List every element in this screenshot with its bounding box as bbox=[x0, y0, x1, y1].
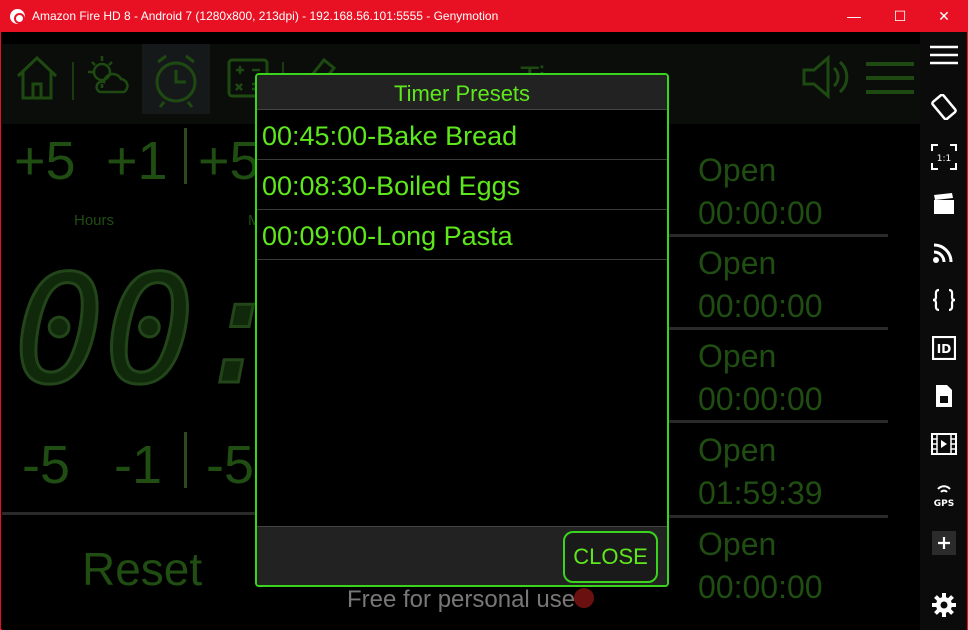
timer-slot[interactable]: Open 01:59:39 bbox=[698, 432, 898, 512]
preset-item[interactable]: 00:45:00-Bake Bread bbox=[257, 110, 667, 160]
slot-time: 00:00:00 bbox=[698, 288, 823, 324]
genymotion-sidebar: 1:1 ID GPS bbox=[920, 32, 967, 630]
reset-button[interactable]: Reset bbox=[82, 542, 202, 596]
slot-divider bbox=[662, 234, 888, 237]
slot-divider bbox=[662, 515, 888, 518]
watermark-text: Free for personal use bbox=[347, 586, 576, 613]
slot-time: 00:00:00 bbox=[698, 569, 823, 605]
slot-time: 00:00:00 bbox=[698, 195, 823, 231]
divider bbox=[2, 512, 258, 515]
weather-icon[interactable] bbox=[84, 52, 132, 102]
minimize-button[interactable]: — bbox=[831, 1, 877, 32]
slot-status: Open bbox=[698, 432, 777, 468]
subtract-5-hours-button[interactable]: -5 bbox=[22, 434, 70, 496]
dialog-footer: CLOSE bbox=[257, 526, 667, 585]
svg-text:1:1: 1:1 bbox=[937, 154, 951, 164]
hamburger-menu-icon[interactable] bbox=[928, 40, 960, 72]
divider bbox=[184, 128, 187, 184]
add-1-hour-button[interactable]: +1 bbox=[106, 130, 168, 192]
slot-status: Open bbox=[698, 152, 777, 188]
subtract-1-hour-button[interactable]: -1 bbox=[114, 434, 162, 496]
timer-slot[interactable]: Open 00:00:00 bbox=[698, 338, 898, 418]
record-dot-icon bbox=[574, 588, 594, 608]
sim-card-icon[interactable] bbox=[928, 380, 960, 412]
volume-icon[interactable] bbox=[800, 52, 854, 102]
timer-slot[interactable]: Open 00:00:00 bbox=[698, 152, 898, 232]
home-icon[interactable] bbox=[14, 52, 60, 102]
film-icon[interactable] bbox=[928, 428, 960, 460]
android-screen: Ti +5 +1 +5 Hours M 00:0 -5 -1 -5 Reset … bbox=[2, 32, 920, 630]
add-5-hours-button[interactable]: +5 bbox=[14, 130, 76, 192]
braces-icon[interactable] bbox=[928, 284, 960, 316]
timer-presets-dialog: Timer Presets 00:45:00-Bake Bread 00:08:… bbox=[255, 73, 669, 587]
preset-item[interactable]: 00:08:30-Boiled Eggs bbox=[257, 160, 667, 210]
slot-time: 01:59:39 bbox=[698, 475, 823, 511]
close-dialog-button[interactable]: CLOSE bbox=[563, 531, 658, 583]
genymotion-logo-icon bbox=[10, 9, 25, 24]
svg-text:ID: ID bbox=[937, 342, 951, 356]
toolbar-separator bbox=[72, 62, 74, 100]
dialog-title: Timer Presets bbox=[257, 75, 667, 110]
timer-slot[interactable]: Open 00:00:00 bbox=[698, 245, 898, 325]
slot-status: Open bbox=[698, 245, 777, 281]
window-title: Amazon Fire HD 8 - Android 7 (1280x800, … bbox=[32, 9, 499, 23]
slot-divider bbox=[662, 420, 888, 423]
add-5-minutes-button[interactable]: +5 bbox=[198, 130, 260, 192]
cast-icon[interactable] bbox=[928, 236, 960, 268]
window-titlebar: Amazon Fire HD 8 - Android 7 (1280x800, … bbox=[1, 1, 967, 32]
slot-status: Open bbox=[698, 526, 777, 562]
menu-icon[interactable] bbox=[864, 52, 916, 102]
subtract-5-minutes-button[interactable]: -5 bbox=[206, 434, 254, 496]
slot-divider bbox=[662, 327, 888, 330]
slot-time: 00:00:00 bbox=[698, 381, 823, 417]
close-window-button[interactable]: ✕ bbox=[921, 1, 967, 32]
slot-status: Open bbox=[698, 338, 777, 374]
rotate-icon[interactable] bbox=[928, 90, 960, 122]
plus-icon[interactable] bbox=[928, 526, 960, 558]
gps-icon[interactable]: GPS bbox=[928, 476, 960, 508]
id-icon[interactable]: ID bbox=[928, 332, 960, 364]
svg-text:GPS: GPS bbox=[934, 499, 954, 508]
genymotion-window: Amazon Fire HD 8 - Android 7 (1280x800, … bbox=[0, 0, 968, 630]
maximize-button[interactable]: ☐ bbox=[877, 1, 923, 32]
preset-item[interactable]: 00:09:00-Long Pasta bbox=[257, 210, 667, 260]
clapperboard-icon[interactable] bbox=[928, 188, 960, 220]
alarm-clock-icon[interactable] bbox=[142, 44, 210, 114]
hours-label: Hours bbox=[74, 212, 115, 229]
gear-icon[interactable] bbox=[928, 588, 960, 620]
timer-slot[interactable]: Open 00:00:00 bbox=[698, 526, 898, 606]
pixel-perfect-icon[interactable]: 1:1 bbox=[928, 140, 960, 172]
divider bbox=[184, 432, 187, 488]
